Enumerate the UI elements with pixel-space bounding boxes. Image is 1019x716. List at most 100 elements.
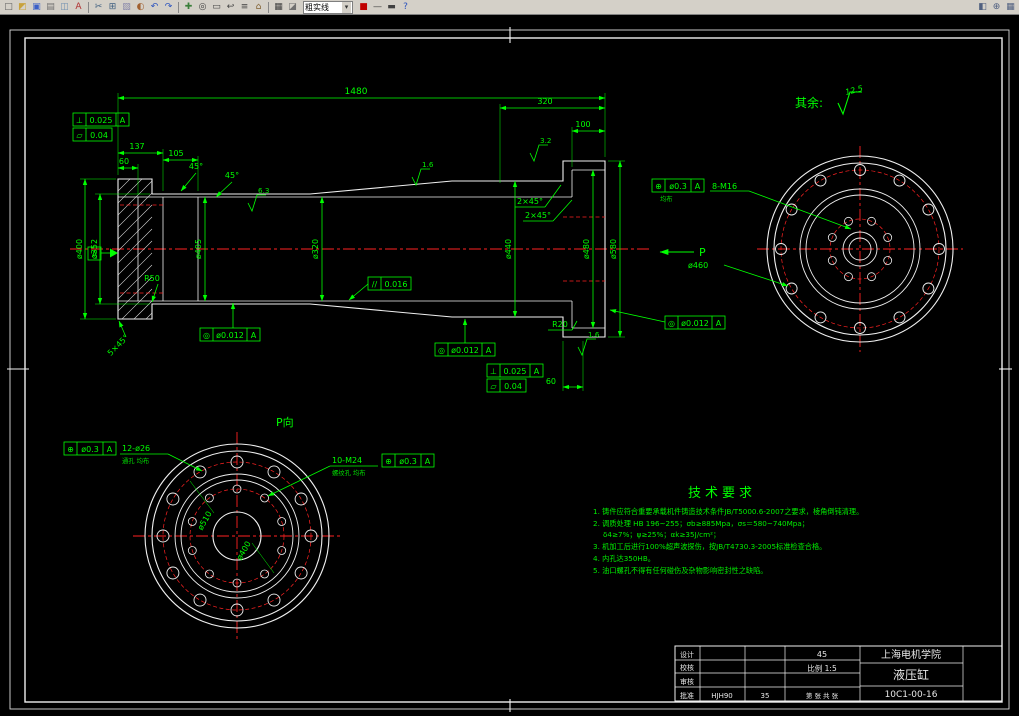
toolbar-separator xyxy=(268,1,269,13)
tb-part-name: 液压缸 xyxy=(893,667,929,682)
tb-material: 45 xyxy=(817,650,827,659)
cad-application-window: □ ◩ ▣ ▤ ◫ A ✂ ⊞ ▧ ◐ ↶ ↷ ✚ ◎ ▭ ↩ ≡ ⌂ ▦ ◪ … xyxy=(0,0,1019,716)
fcf-datum: A xyxy=(486,346,492,355)
zoom-window-icon[interactable]: ▭ xyxy=(210,1,223,13)
surplus-value: 12.5 xyxy=(844,84,863,97)
layer-combo[interactable]: 粗实线 ▾ xyxy=(303,0,353,14)
holes-note-10: 螺纹孔 均布 xyxy=(332,468,366,477)
save-file-icon[interactable]: ▣ xyxy=(30,1,43,13)
match-properties-icon[interactable]: ◐ xyxy=(134,1,147,13)
linetype-control-icon[interactable]: — xyxy=(371,1,384,13)
dim-d480: ø480 xyxy=(582,239,591,259)
toolbar-separator xyxy=(178,1,179,13)
note-r50: R50 xyxy=(144,274,160,283)
tech-line-3: δ4≥7%；ψ≥25%；αk≥35J/cm²； xyxy=(603,530,720,539)
pan-icon[interactable]: ✚ xyxy=(182,1,195,13)
fcf-datum: A xyxy=(534,367,540,376)
tech-title: 技术要求 xyxy=(688,486,756,501)
sf-1.6: 1.6 xyxy=(422,160,434,169)
fcf-flatness-2: ▱ 0.04 xyxy=(486,378,527,393)
fcf-symbol: ◎ xyxy=(203,331,210,340)
tech-line-5: 4. 内孔达350HB。 xyxy=(593,554,655,563)
dim-d440: ø440 xyxy=(504,239,513,259)
paste-icon[interactable]: ▧ xyxy=(120,1,133,13)
fcf-datum: A xyxy=(716,319,722,328)
drawing-canvas[interactable]: 1480 320 100 137 105 60 ø400 ø352 ø405 ø… xyxy=(0,15,1019,716)
fcf-datum: A xyxy=(425,457,431,466)
zoom-previous-icon[interactable]: ↩ xyxy=(224,1,237,13)
tb-approve-label: 批准 xyxy=(680,691,694,700)
fcf-perpendicularity-2: ⊥ 0.025 A xyxy=(486,363,544,378)
p-view-title: P向 xyxy=(276,415,294,429)
fcf-value: 0.04 xyxy=(90,131,108,140)
tb-audit-label: 审核 xyxy=(680,677,694,686)
tb-sheet: 第 张 共 张 xyxy=(806,691,839,700)
dim-60b: 60 xyxy=(546,377,556,386)
copy-icon[interactable]: ⊞ xyxy=(106,1,119,13)
fcf-value: 0.04 xyxy=(504,382,522,391)
model-space-icon[interactable]: ◧ xyxy=(976,1,989,13)
tech-requirements: 技术要求 1. 铸件应符合重要承载机件铸造技术条件JB/T5000.6-2007… xyxy=(593,486,863,575)
spell-check-icon[interactable]: A xyxy=(72,1,85,13)
new-file-icon[interactable]: □ xyxy=(2,1,15,13)
note-45a: 45° xyxy=(189,162,203,171)
tb-drawing-number: 10C1-00-16 xyxy=(885,690,938,700)
fcf-symbol: ▱ xyxy=(76,131,83,140)
open-file-icon[interactable]: ◩ xyxy=(16,1,29,13)
surface-finish-general: 其余: 12.5 xyxy=(795,84,864,116)
dim-d510: ø510 xyxy=(196,510,214,532)
dim-320: 320 xyxy=(537,97,552,106)
dim-60: 60 xyxy=(119,157,129,166)
fcf-value: 0.016 xyxy=(385,280,408,289)
toolbar: □ ◩ ▣ ▤ ◫ A ✂ ⊞ ▧ ◐ ↶ ↷ ✚ ◎ ▭ ↩ ≡ ⌂ ▦ ◪ … xyxy=(0,0,1019,15)
fcf-symbol: ⊕ xyxy=(385,457,392,466)
sf-6.3: 6.3 xyxy=(258,186,269,195)
fcf-position-12holes: ⊕ ø0.3 A xyxy=(63,441,117,456)
osnap-icon[interactable]: ⊕ xyxy=(990,1,1003,13)
cut-icon[interactable]: ✂ xyxy=(92,1,105,13)
note-r20: R20 xyxy=(552,320,568,329)
surface-finish-marks: 6.3 1.6 3.2 1.6 xyxy=(247,136,600,357)
properties-icon[interactable]: ≡ xyxy=(238,1,251,13)
help-icon[interactable]: ? xyxy=(399,1,412,13)
layer-combo-value: 粗实线 xyxy=(305,2,329,12)
fcf-symbol: ⊥ xyxy=(490,367,497,376)
tb-design-label: 设计 xyxy=(680,650,694,659)
design-center-icon[interactable]: ⌂ xyxy=(252,1,265,13)
layer-states-icon[interactable]: ◪ xyxy=(286,1,299,13)
fcf-value: 0.025 xyxy=(504,367,527,376)
holes-callout-10: 10-M24 xyxy=(332,456,362,465)
dim-horizontal: 1480 320 100 137 105 60 xyxy=(117,87,606,194)
zoom-realtime-icon[interactable]: ◎ xyxy=(196,1,209,13)
title-block: 设计 校核 审核 批准 HJH90 35 45 比例 1:5 第 张 共 张 上… xyxy=(674,645,1003,702)
fcf-perpendicularity-1: ⊥ 0.025 A xyxy=(72,112,130,127)
tb-weight: 35 xyxy=(761,692,770,700)
dim-100: 100 xyxy=(575,120,590,129)
toolbar-right-group: ◧ ⊕ ▦ xyxy=(976,1,1017,13)
fcf-value: ø0.012 xyxy=(216,331,244,340)
undo-icon[interactable]: ↶ xyxy=(148,1,161,13)
note-45b: 45° xyxy=(225,171,239,180)
dim-d400-pview: ø400 xyxy=(235,540,253,562)
fcf-flatness-1: ▱ 0.04 xyxy=(72,127,113,142)
bolt-callout-8m16: 8-M16 xyxy=(712,182,737,191)
redo-icon[interactable]: ↷ xyxy=(162,1,175,13)
right-end-view: ⊕ ø0.3 A 8-M16 均布 P ø460 其余: 12.5 xyxy=(651,84,963,352)
fcf-position-10holes: ⊕ ø0.3 A xyxy=(381,453,435,468)
note-2x45-b: 2×45° xyxy=(525,211,551,220)
dim-105: 105 xyxy=(168,149,183,158)
plot-icon[interactable]: ▤ xyxy=(44,1,57,13)
fcf-symbol: // xyxy=(372,280,378,289)
main-view: 1480 320 100 137 105 60 ø400 ø352 ø405 ø… xyxy=(70,87,650,391)
sf-1.6b: 1.6 xyxy=(588,330,600,339)
tech-line-2: 2. 调质处理 HB 196~255；σb≥885Mpa，σs＝580~740M… xyxy=(593,519,809,528)
grid-icon[interactable]: ▦ xyxy=(1004,1,1017,13)
combo-dropdown-icon[interactable]: ▾ xyxy=(342,1,351,13)
fcf-datum: A xyxy=(695,182,701,191)
lineweight-control-icon[interactable]: ▬ xyxy=(385,1,398,13)
print-preview-icon[interactable]: ◫ xyxy=(58,1,71,13)
toolbar-separator xyxy=(88,1,89,13)
layers-icon[interactable]: ▦ xyxy=(272,1,285,13)
color-control-icon[interactable]: ■ xyxy=(357,1,370,13)
fcf-concentricity-1: ◎ ø0.012 A xyxy=(199,302,261,342)
